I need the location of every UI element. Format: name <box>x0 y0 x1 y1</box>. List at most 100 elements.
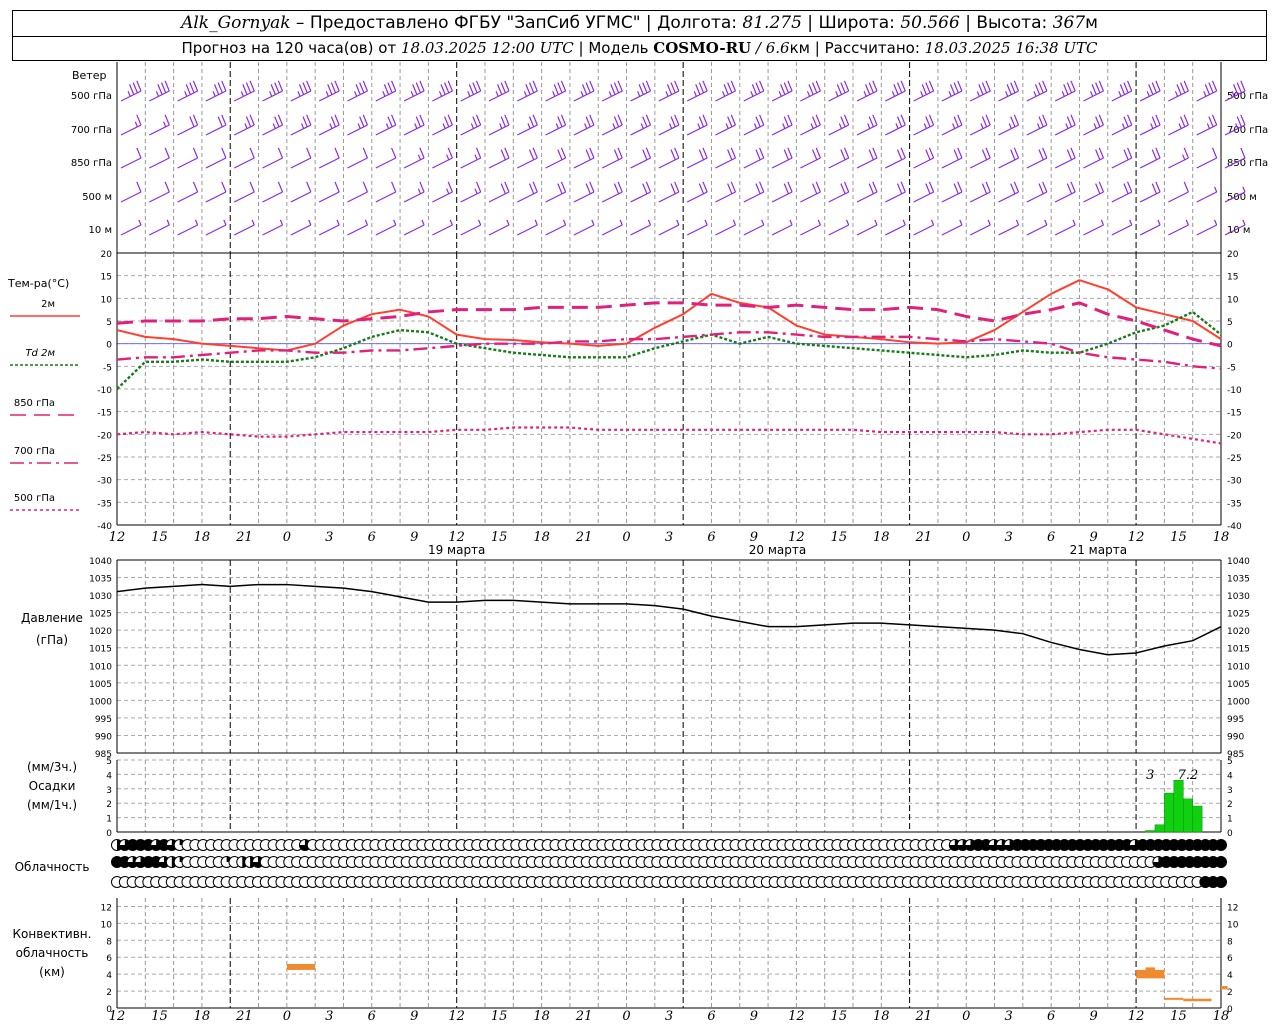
wind-barb-feather <box>528 82 535 94</box>
wind-barb-shaft <box>998 191 1019 203</box>
wind-barb-shaft <box>913 157 934 169</box>
hour-tick-label-bottom: 0 <box>622 1009 630 1024</box>
wind-barb <box>517 219 538 236</box>
press-ytick-left: 1040 <box>89 557 112 567</box>
hour-tick-label: 15 <box>831 530 848 545</box>
wind-barb-feather <box>557 149 563 161</box>
wind-barb-feather <box>417 188 422 195</box>
wind-barb-feather <box>474 188 478 195</box>
hour-tick-label: 18 <box>533 530 550 545</box>
wind-barb-feather <box>1240 114 1246 126</box>
wind-barb-feather <box>840 149 846 161</box>
wind-barb <box>715 147 737 169</box>
wind-barb <box>658 219 680 236</box>
wind-barb-feather <box>1042 80 1048 92</box>
wind-barb <box>1139 114 1161 136</box>
wind-barb-feather <box>249 114 255 126</box>
wind-barb-feather <box>610 84 616 95</box>
wind-barb-shaft <box>205 90 227 102</box>
wind-barb-shaft <box>913 124 934 136</box>
wind-barb-feather <box>1098 181 1105 193</box>
wind-barb-feather <box>1095 116 1101 128</box>
wind-barb-feather <box>1123 183 1129 195</box>
wind-barb <box>686 181 708 203</box>
wind-barb-feather <box>528 183 535 195</box>
wind-barb-feather <box>1127 80 1133 92</box>
precip-ytick-right: 2 <box>1227 800 1233 810</box>
wind-barb <box>630 80 652 102</box>
wind-barb-feather <box>645 181 652 193</box>
wind-barb-feather <box>730 114 737 126</box>
hour-tick-label-bottom: 18 <box>533 1009 550 1024</box>
wind-barb <box>969 147 991 169</box>
wind-barb-feather <box>580 91 584 97</box>
wind-barb-feather <box>1005 91 1009 97</box>
wind-barb-feather <box>868 116 874 128</box>
wind-barb <box>800 219 821 236</box>
wind-barb-feather <box>500 116 506 128</box>
wind-barb-shaft <box>460 157 481 169</box>
hour-tick-label-bottom: 6 <box>1047 1009 1055 1024</box>
wind-barb-shaft <box>290 90 312 102</box>
wind-barb-feather <box>1155 181 1161 193</box>
wind-barb <box>432 80 453 102</box>
wind-barb-feather <box>1151 183 1158 195</box>
wind-barb-feather <box>1013 114 1020 126</box>
wind-barb-feather <box>1176 84 1182 95</box>
hour-tick-label: 3 <box>325 530 333 545</box>
conv-bar <box>1164 997 1184 1000</box>
wind-barb-shaft <box>686 90 708 102</box>
wind-barb-feather <box>613 149 620 161</box>
wind-barb-shaft <box>488 124 510 136</box>
wind-barb-feather <box>815 181 821 193</box>
wind-barb-feather <box>902 219 906 226</box>
meteogram: Ветер 500 гПа 500 гПа 700 гПа 700 гПа 850 гПа… <box>7 62 1268 1024</box>
wind-barb <box>1054 114 1076 136</box>
wind-barb-shaft <box>573 90 595 102</box>
wind-barb-shaft <box>545 224 566 236</box>
wind-barb-feather <box>472 116 478 128</box>
wind-barb-feather <box>589 114 595 126</box>
wind-barb <box>573 181 595 203</box>
wind-barb-feather <box>893 84 899 95</box>
wind-barb-feather <box>812 116 818 128</box>
precip-sum-label: 3 <box>1146 768 1154 783</box>
wind-barb-feather <box>1095 149 1101 161</box>
wind-barb-feather <box>925 183 931 195</box>
wind-barb <box>517 147 538 169</box>
wind-barb-shaft <box>686 157 708 169</box>
wind-barb-feather <box>1042 147 1048 159</box>
wind-barb-feather <box>896 116 903 128</box>
wind-barb-feather <box>585 116 591 128</box>
press-ytick-right: 1025 <box>1227 610 1250 620</box>
wind-barb-shaft <box>262 90 283 102</box>
wind-barb-feather <box>1070 181 1076 193</box>
wind-barb-feather <box>244 123 248 129</box>
press-ytick-left: 1035 <box>89 575 112 585</box>
wind-barb-feather <box>134 121 138 128</box>
wind-barb-shaft <box>177 224 198 236</box>
wind-barb-feather <box>447 147 453 159</box>
wind-barb-feather <box>1070 114 1076 126</box>
wind-barb-shaft <box>1196 157 1217 169</box>
wind-barb <box>403 80 425 102</box>
wind-barb-feather <box>1148 84 1154 95</box>
wind-barb-feather <box>702 147 708 159</box>
wind-barb-shaft <box>1026 157 1048 169</box>
press-ytick-left: 1010 <box>89 662 112 672</box>
hour-tick-label-bottom: 15 <box>1170 1009 1187 1024</box>
wind-barb-feather <box>617 114 623 126</box>
wind-barb-feather <box>213 84 220 95</box>
wind-barb-feather <box>387 82 393 94</box>
wind-barb <box>941 181 963 203</box>
wind-barb <box>913 219 935 236</box>
wind-barb-feather <box>1006 84 1012 95</box>
wind-barb-feather <box>189 116 195 128</box>
wind-barb-feather <box>419 147 425 159</box>
press-ytick-right: 1005 <box>1227 680 1250 690</box>
wind-barb-feather <box>810 123 814 129</box>
conv-ytick-left: 6 <box>106 954 112 964</box>
wind-barb <box>658 147 680 169</box>
temp-ytick-left: 5 <box>106 318 112 328</box>
wind-barb-feather <box>277 147 284 159</box>
